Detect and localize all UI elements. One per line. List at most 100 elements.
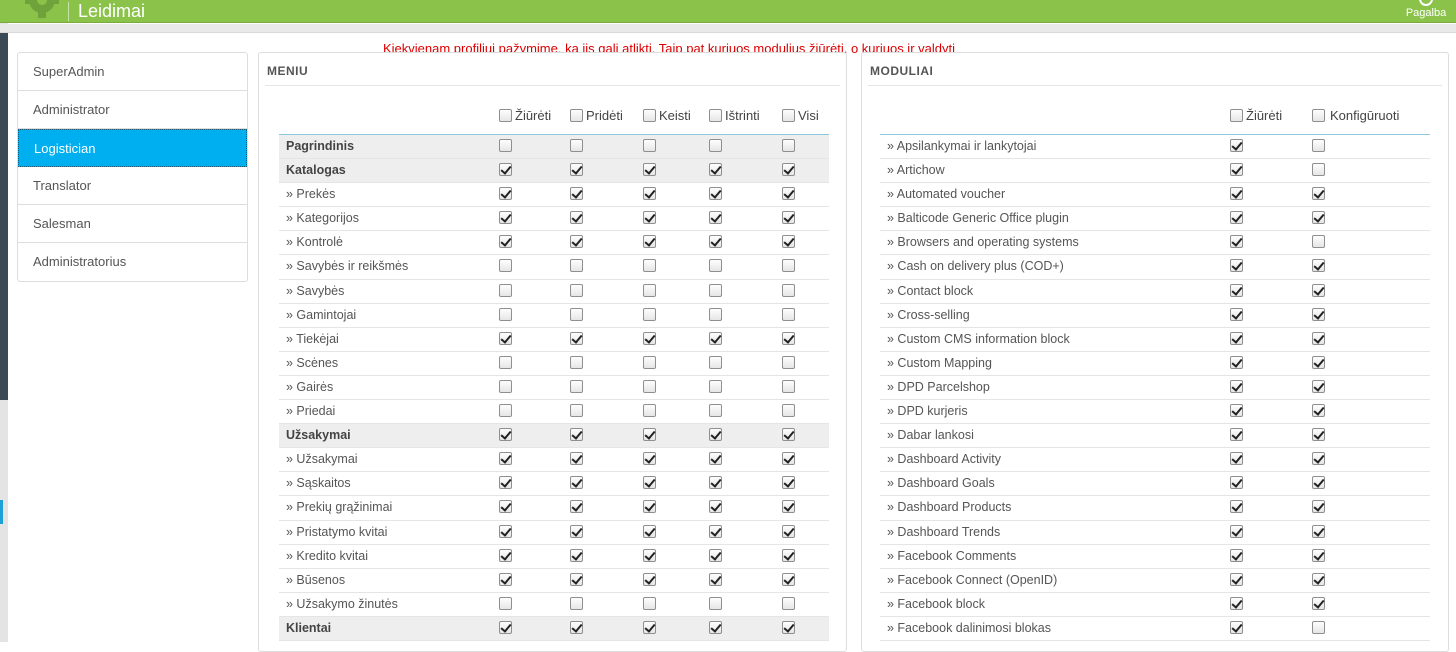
permission-checkbox[interactable] bbox=[782, 187, 795, 201]
permission-checkbox[interactable] bbox=[499, 331, 512, 345]
permission-checkbox[interactable] bbox=[709, 500, 722, 514]
permission-checkbox[interactable] bbox=[1312, 331, 1325, 345]
permission-checkbox[interactable] bbox=[643, 139, 656, 152]
permission-checkbox[interactable] bbox=[570, 524, 583, 538]
permission-checkbox[interactable] bbox=[782, 596, 795, 610]
profile-item-logistician[interactable]: Logistician bbox=[18, 129, 247, 167]
select-all-checkbox[interactable] bbox=[570, 108, 583, 122]
permission-checkbox[interactable] bbox=[643, 428, 656, 442]
permission-checkbox[interactable] bbox=[570, 235, 583, 249]
permission-checkbox[interactable] bbox=[570, 620, 583, 634]
permission-checkbox[interactable] bbox=[1230, 379, 1243, 393]
permission-checkbox[interactable] bbox=[499, 211, 512, 225]
permission-checkbox[interactable] bbox=[1230, 500, 1243, 514]
permission-checkbox[interactable] bbox=[1230, 476, 1243, 490]
permission-checkbox[interactable] bbox=[643, 452, 656, 466]
permission-checkbox[interactable] bbox=[709, 355, 722, 369]
permission-checkbox[interactable] bbox=[499, 259, 512, 273]
permission-checkbox[interactable] bbox=[709, 428, 722, 442]
permission-checkbox[interactable] bbox=[1312, 259, 1325, 273]
permission-checkbox[interactable] bbox=[499, 620, 512, 634]
permission-checkbox[interactable] bbox=[570, 596, 583, 610]
permission-checkbox[interactable] bbox=[643, 259, 656, 273]
permission-checkbox[interactable] bbox=[570, 572, 583, 586]
permission-checkbox[interactable] bbox=[1230, 307, 1243, 321]
permission-checkbox[interactable] bbox=[570, 548, 583, 562]
permission-checkbox[interactable] bbox=[782, 379, 795, 393]
permission-checkbox[interactable] bbox=[499, 379, 512, 393]
permission-checkbox[interactable] bbox=[643, 500, 656, 514]
permission-checkbox[interactable] bbox=[1312, 548, 1325, 562]
permission-checkbox[interactable] bbox=[570, 379, 583, 393]
permission-checkbox[interactable] bbox=[570, 307, 583, 321]
permission-checkbox[interactable] bbox=[1312, 307, 1325, 321]
permission-checkbox[interactable] bbox=[1230, 187, 1243, 201]
permission-checkbox[interactable] bbox=[643, 524, 656, 538]
permission-checkbox[interactable] bbox=[782, 259, 795, 273]
permission-checkbox[interactable] bbox=[1312, 355, 1325, 369]
permission-checkbox[interactable] bbox=[643, 548, 656, 562]
help-button[interactable]: Pagalba bbox=[1402, 0, 1450, 23]
permission-checkbox[interactable] bbox=[570, 452, 583, 466]
permission-checkbox[interactable] bbox=[1312, 211, 1325, 225]
permission-checkbox[interactable] bbox=[782, 548, 795, 562]
permission-checkbox[interactable] bbox=[1230, 428, 1243, 442]
permission-checkbox[interactable] bbox=[499, 452, 512, 466]
permission-checkbox[interactable] bbox=[570, 163, 583, 177]
permission-checkbox[interactable] bbox=[709, 572, 722, 586]
permission-checkbox[interactable] bbox=[782, 331, 795, 345]
permission-checkbox[interactable] bbox=[643, 620, 656, 634]
permission-checkbox[interactable] bbox=[782, 307, 795, 321]
permission-checkbox[interactable] bbox=[1312, 620, 1325, 634]
permission-checkbox[interactable] bbox=[782, 500, 795, 514]
permission-checkbox[interactable] bbox=[643, 283, 656, 297]
permission-checkbox[interactable] bbox=[1230, 572, 1243, 586]
permission-checkbox[interactable] bbox=[1312, 524, 1325, 538]
permission-checkbox[interactable] bbox=[643, 331, 656, 345]
permission-checkbox[interactable] bbox=[782, 524, 795, 538]
permission-checkbox[interactable] bbox=[1230, 235, 1243, 249]
permission-checkbox[interactable] bbox=[1312, 187, 1325, 201]
permission-checkbox[interactable] bbox=[709, 283, 722, 297]
permission-checkbox[interactable] bbox=[709, 259, 722, 273]
permission-checkbox[interactable] bbox=[782, 476, 795, 490]
permission-checkbox[interactable] bbox=[709, 476, 722, 490]
permission-checkbox[interactable] bbox=[643, 476, 656, 490]
permission-checkbox[interactable] bbox=[1230, 139, 1243, 152]
profile-item-translator[interactable]: Translator bbox=[18, 167, 247, 205]
permission-checkbox[interactable] bbox=[570, 500, 583, 514]
select-all-checkbox[interactable] bbox=[1312, 108, 1325, 122]
permission-checkbox[interactable] bbox=[1312, 235, 1325, 249]
permission-checkbox[interactable] bbox=[1312, 283, 1325, 297]
permission-checkbox[interactable] bbox=[709, 187, 722, 201]
permission-checkbox[interactable] bbox=[782, 163, 795, 177]
permission-checkbox[interactable] bbox=[1230, 211, 1243, 225]
permission-checkbox[interactable] bbox=[499, 572, 512, 586]
permission-checkbox[interactable] bbox=[782, 235, 795, 249]
permission-checkbox[interactable] bbox=[709, 524, 722, 538]
permission-checkbox[interactable] bbox=[643, 572, 656, 586]
select-all-checkbox[interactable] bbox=[643, 108, 656, 122]
permission-checkbox[interactable] bbox=[1312, 500, 1325, 514]
permission-checkbox[interactable] bbox=[709, 596, 722, 610]
permission-checkbox[interactable] bbox=[709, 307, 722, 321]
permission-checkbox[interactable] bbox=[1312, 476, 1325, 490]
permission-checkbox[interactable] bbox=[1312, 596, 1325, 610]
permission-checkbox[interactable] bbox=[782, 572, 795, 586]
permission-checkbox[interactable] bbox=[1312, 572, 1325, 586]
profile-item-superadmin[interactable]: SuperAdmin bbox=[18, 53, 247, 91]
permission-checkbox[interactable] bbox=[499, 163, 512, 177]
permission-checkbox[interactable] bbox=[643, 211, 656, 225]
permission-checkbox[interactable] bbox=[570, 331, 583, 345]
permission-checkbox[interactable] bbox=[570, 404, 583, 418]
permission-checkbox[interactable] bbox=[709, 331, 722, 345]
permission-checkbox[interactable] bbox=[499, 428, 512, 442]
permission-checkbox[interactable] bbox=[709, 139, 722, 152]
permission-checkbox[interactable] bbox=[570, 259, 583, 273]
permission-checkbox[interactable] bbox=[499, 187, 512, 201]
permission-checkbox[interactable] bbox=[709, 379, 722, 393]
permission-checkbox[interactable] bbox=[499, 524, 512, 538]
permission-checkbox[interactable] bbox=[643, 404, 656, 418]
permission-checkbox[interactable] bbox=[709, 620, 722, 634]
select-all-checkbox[interactable] bbox=[1230, 108, 1243, 122]
